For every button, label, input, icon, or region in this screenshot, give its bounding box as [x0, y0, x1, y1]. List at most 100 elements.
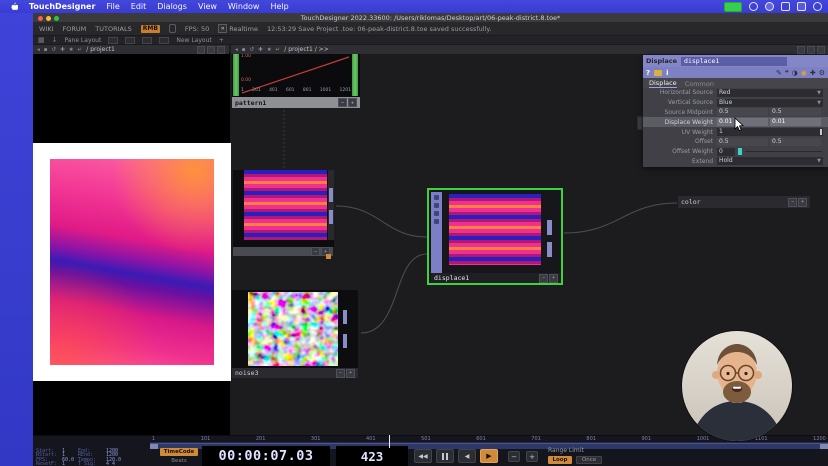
pane-layout-label[interactable]: Pane Layout	[65, 37, 102, 44]
apple-icon[interactable]	[9, 2, 18, 12]
source-midpoint-field-1[interactable]: 0.5	[717, 108, 768, 116]
node-minimize-icon[interactable]: −	[311, 247, 320, 256]
tab-displace[interactable]: Displace	[649, 79, 677, 89]
back-icon[interactable]: ◂	[235, 47, 238, 53]
node-expand-icon[interactable]: +	[346, 369, 355, 378]
forum-link[interactable]: FORUM	[63, 25, 87, 33]
add-icon[interactable]: ✚	[258, 47, 263, 53]
battery-icon[interactable]	[724, 2, 742, 12]
new-layout-label[interactable]: New Layout	[176, 37, 211, 44]
menu-edit[interactable]: Edit	[131, 2, 147, 11]
viewer-flag-icon[interactable]	[434, 195, 439, 200]
stop-icon[interactable]: ▪	[242, 47, 246, 53]
scroll-handle[interactable]	[329, 188, 333, 202]
operator-name-field[interactable]: displace1	[681, 57, 787, 66]
pencil-icon[interactable]: ✎	[776, 69, 782, 77]
add-icon[interactable]: ✚	[60, 47, 65, 53]
gear-icon[interactable]: ⚙	[819, 69, 825, 77]
play-forward-button[interactable]: ▶	[480, 449, 498, 463]
reload-icon[interactable]: ↺	[52, 47, 57, 53]
node-noise3-preview[interactable]	[248, 292, 338, 366]
node-displace1-preview[interactable]	[449, 194, 541, 265]
pause-button[interactable]	[436, 449, 454, 463]
enter-icon[interactable]: ↵	[78, 47, 83, 53]
node-minimize-icon[interactable]: −	[336, 369, 345, 378]
network-pane-path[interactable]: / project1 / >>	[284, 46, 328, 53]
realtime-toggle[interactable]: ✕ Realtime	[218, 24, 258, 33]
step-back-button[interactable]: −	[508, 451, 520, 462]
node-color-label[interactable]: color −+	[678, 196, 810, 208]
stop-icon[interactable]: ▪	[44, 47, 48, 53]
node-displace1-label[interactable]: displace1 −+	[431, 273, 561, 283]
reload-icon[interactable]: ↺	[250, 47, 255, 53]
node-displace1-flags[interactable]	[431, 192, 442, 273]
star-icon[interactable]: ★	[69, 47, 74, 53]
add-layout-button[interactable]: +	[219, 37, 224, 44]
horizontal-source-menu[interactable]: Red▼	[717, 89, 823, 97]
loop-toggle[interactable]: Loop	[548, 456, 572, 464]
control-center-icon[interactable]	[797, 2, 806, 11]
menu-dialogs[interactable]: Dialogs	[157, 2, 187, 11]
lock-flag-icon[interactable]	[434, 219, 439, 224]
node-minimize-icon[interactable]: −	[338, 98, 347, 107]
left-pane-path[interactable]: / project1	[86, 46, 115, 53]
add-param-icon[interactable]: ✚	[810, 69, 816, 77]
node-stripes-preview[interactable]	[244, 170, 327, 240]
scroll-handle[interactable]	[343, 310, 347, 324]
clone-flag-icon[interactable]	[434, 203, 439, 208]
menu-file[interactable]: File	[106, 2, 119, 11]
node-displace1[interactable]: displace1 −+	[427, 188, 563, 285]
scroll-handle[interactable]	[329, 210, 333, 224]
vertical-source-menu[interactable]: Blue▼	[717, 99, 823, 107]
pane-opt-icon-2[interactable]	[807, 46, 815, 54]
pane-opt-icon-1[interactable]	[197, 46, 205, 54]
tab-common[interactable]: Common	[685, 80, 714, 88]
layout-preset-2[interactable]	[125, 37, 135, 44]
offset-field-1[interactable]: 0.5	[717, 138, 768, 146]
once-toggle[interactable]: Once	[576, 456, 602, 464]
extend-menu[interactable]: Hold▼	[717, 157, 823, 165]
tutorials-link[interactable]: TUTORIALS	[95, 25, 131, 33]
grid-icon[interactable]: ▦	[38, 36, 45, 44]
range-start-handle[interactable]	[150, 444, 158, 449]
contrast-icon[interactable]: ◑	[792, 69, 798, 77]
jump-to-start-button[interactable]: ◀◀	[414, 449, 432, 463]
back-icon[interactable]: ◂	[37, 47, 40, 53]
info-icon[interactable]: i	[666, 69, 668, 77]
bypass-flag-icon[interactable]	[434, 211, 439, 216]
enter-icon[interactable]: ↵	[276, 47, 281, 53]
pane-opt-icon-3[interactable]	[217, 46, 225, 54]
offset-weight-slider-track[interactable]	[745, 151, 822, 152]
scroll-handle[interactable]	[343, 334, 347, 348]
step-forward-button[interactable]: +	[526, 451, 538, 462]
star-icon[interactable]: ★	[267, 47, 272, 53]
display-icon[interactable]	[765, 2, 774, 11]
pane-opt-icon-3[interactable]	[817, 46, 825, 54]
clock-icon[interactable]	[813, 2, 822, 11]
realtime-checkbox[interactable]: ✕	[218, 24, 227, 33]
source-midpoint-field-2[interactable]: 0.5	[770, 108, 821, 116]
node-stripes-label[interactable]: −+	[233, 247, 333, 256]
offset-field-2[interactable]: 0.5	[770, 138, 821, 146]
playhead[interactable]	[389, 435, 390, 448]
comment-icon[interactable]: ❝	[785, 69, 789, 77]
beats-mode-button[interactable]: Beats	[160, 458, 198, 464]
node-displace1-scroll[interactable]	[546, 198, 553, 266]
menu-help[interactable]: Help	[270, 2, 288, 11]
range-end-handle[interactable]	[820, 444, 828, 449]
record-icon[interactable]	[749, 2, 758, 11]
param-panel-header[interactable]: Displace displace1	[643, 55, 828, 67]
offset-weight-slider-handle[interactable]	[738, 148, 742, 155]
layout-preset-4[interactable]	[159, 37, 169, 44]
offset-weight-field[interactable]: 0	[717, 148, 735, 156]
rmb-badge[interactable]: RMB	[141, 25, 160, 33]
menubar-app-name[interactable]: TouchDesigner	[29, 2, 95, 11]
pane-opt-icon-2[interactable]	[207, 46, 215, 54]
node-pattern1-label[interactable]: pattern1 −+	[232, 97, 360, 108]
node-noise3-scroll[interactable]	[342, 300, 348, 358]
wiki-link[interactable]: WIKI	[39, 25, 54, 33]
lock-icon[interactable]	[654, 70, 662, 76]
resetf-field[interactable]: 1	[62, 461, 78, 465]
pane-opt-icon-1[interactable]	[797, 46, 805, 54]
scroll-handle[interactable]	[547, 242, 552, 257]
